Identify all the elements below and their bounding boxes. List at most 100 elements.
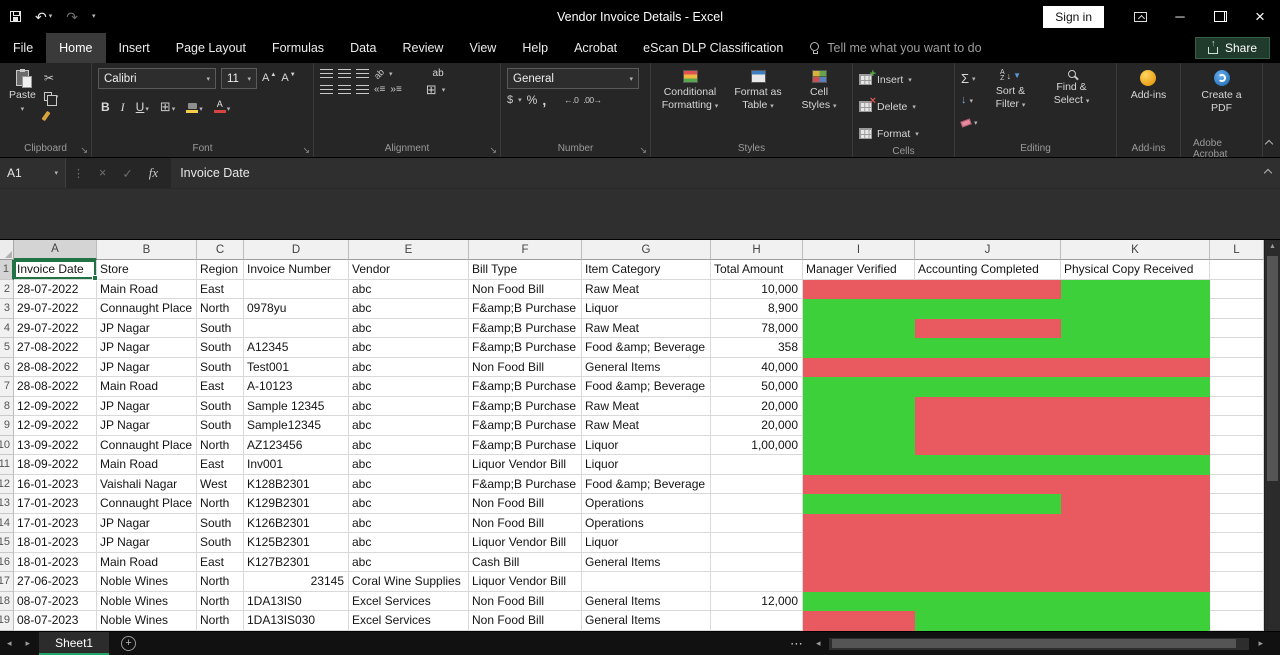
tab-formulas[interactable]: Formulas: [259, 33, 337, 63]
cell-C3[interactable]: North: [197, 299, 244, 319]
cell-F15[interactable]: Liquor Vendor Bill: [469, 533, 582, 553]
merge-center-icon[interactable]: ⊞: [426, 83, 437, 96]
cell-E12[interactable]: abc: [349, 475, 469, 495]
column-header-F[interactable]: F: [469, 240, 582, 260]
flag-cell-green-I5[interactable]: [803, 338, 915, 358]
cell-B16[interactable]: Main Road: [97, 553, 197, 573]
flag-cell-red-I2[interactable]: [803, 280, 915, 300]
collapse-ribbon-button[interactable]: [1266, 134, 1272, 152]
cell-A10[interactable]: 13-09-2022: [14, 436, 97, 456]
flag-cell-red-K10[interactable]: [1061, 436, 1210, 456]
cell-F18[interactable]: Non Food Bill: [469, 592, 582, 612]
flag-cell-green-J11[interactable]: [915, 455, 1061, 475]
row-header-2[interactable]: 2: [0, 280, 14, 300]
cell-C10[interactable]: North: [197, 436, 244, 456]
paste-button[interactable]: Paste▾: [6, 68, 39, 140]
cell-G4[interactable]: Raw Meat: [582, 319, 711, 339]
flag-cell-red-I12[interactable]: [803, 475, 915, 495]
name-box[interactable]: A1▾: [0, 158, 66, 188]
find-select-button[interactable]: Find & Select ▾: [1044, 68, 1100, 140]
flag-cell-green-I18[interactable]: [803, 592, 915, 612]
column-header-D[interactable]: D: [244, 240, 349, 260]
ribbon-display-options-button[interactable]: [1120, 0, 1160, 33]
row-header-14[interactable]: 14: [0, 514, 14, 534]
cell-A11[interactable]: 18-09-2022: [14, 455, 97, 475]
tab-insert[interactable]: Insert: [106, 33, 163, 63]
formula-bar-collapse-button[interactable]: [1256, 158, 1280, 188]
cell-L12[interactable]: [1210, 475, 1264, 495]
flag-cell-green-K19[interactable]: [1061, 611, 1210, 631]
column-header-K[interactable]: K: [1061, 240, 1210, 260]
cell-D16[interactable]: K127B2301: [244, 553, 349, 573]
flag-cell-red-J15[interactable]: [915, 533, 1061, 553]
cell-G5[interactable]: Food &amp; Beverage: [582, 338, 711, 358]
flag-cell-red-J17[interactable]: [915, 572, 1061, 592]
flag-cell-green-I13[interactable]: [803, 494, 915, 514]
orientation-icon[interactable]: ab: [372, 66, 386, 80]
flag-cell-red-K15[interactable]: [1061, 533, 1210, 553]
cell-D9[interactable]: Sample12345: [244, 416, 349, 436]
format-painter-button[interactable]: [44, 106, 59, 125]
cell-L14[interactable]: [1210, 514, 1264, 534]
cell-A12[interactable]: 16-01-2023: [14, 475, 97, 495]
cell-F14[interactable]: Non Food Bill: [469, 514, 582, 534]
cell-B13[interactable]: Connaught Place: [97, 494, 197, 514]
cell-C8[interactable]: South: [197, 397, 244, 417]
undo-button[interactable]: ↶▾: [35, 10, 52, 24]
row-header-11[interactable]: 11: [0, 455, 14, 475]
row-header-16[interactable]: 16: [0, 553, 14, 573]
column-header-G[interactable]: G: [582, 240, 711, 260]
font-dialog-launcher-icon[interactable]: ↘: [302, 146, 310, 155]
align-top-icon[interactable]: [320, 69, 333, 78]
cell-C17[interactable]: North: [197, 572, 244, 592]
cell-L4[interactable]: [1210, 319, 1264, 339]
cell-A6[interactable]: 28-08-2022: [14, 358, 97, 378]
cell-C11[interactable]: East: [197, 455, 244, 475]
cell-E13[interactable]: abc: [349, 494, 469, 514]
cell-A19[interactable]: 08-07-2023: [14, 611, 97, 631]
formula-input[interactable]: Invoice Date: [171, 158, 1256, 188]
cell-H18[interactable]: 12,000: [711, 592, 803, 612]
font-color-button[interactable]: A▾: [211, 93, 234, 113]
cell-B14[interactable]: JP Nagar: [97, 514, 197, 534]
cell-B10[interactable]: Connaught Place: [97, 436, 197, 456]
bold-button[interactable]: B: [101, 101, 110, 113]
cell-F4[interactable]: F&amp;B Purchase: [469, 319, 582, 339]
cell-B8[interactable]: JP Nagar: [97, 397, 197, 417]
cell-C14[interactable]: South: [197, 514, 244, 534]
customize-qat-button[interactable]: ▾: [92, 13, 96, 20]
cell-G17[interactable]: [582, 572, 711, 592]
flag-cell-red-J4[interactable]: [915, 319, 1061, 339]
cell-G14[interactable]: Operations: [582, 514, 711, 534]
cell-L19[interactable]: [1210, 611, 1264, 631]
cell-A18[interactable]: 08-07-2023: [14, 592, 97, 612]
borders-button[interactable]: ⊞▾: [157, 93, 178, 113]
cell-D1[interactable]: Invoice Number: [244, 260, 349, 280]
decrease-decimal-icon[interactable]: .00→: [583, 95, 601, 105]
cell-L9[interactable]: [1210, 416, 1264, 436]
flag-cell-green-J3[interactable]: [915, 299, 1061, 319]
cell-G10[interactable]: Liquor: [582, 436, 711, 456]
cell-C15[interactable]: South: [197, 533, 244, 553]
row-header-15[interactable]: 15: [0, 533, 14, 553]
cell-E7[interactable]: abc: [349, 377, 469, 397]
cell-H11[interactable]: [711, 455, 803, 475]
row-header-4[interactable]: 4: [0, 319, 14, 339]
cell-H5[interactable]: 358: [711, 338, 803, 358]
more-sheets-button[interactable]: ⋯: [784, 636, 809, 652]
row-header-3[interactable]: 3: [0, 299, 14, 319]
flag-cell-red-J10[interactable]: [915, 436, 1061, 456]
cell-G16[interactable]: General Items: [582, 553, 711, 573]
horizontal-scroll-thumb[interactable]: [832, 639, 1236, 648]
column-header-H[interactable]: H: [711, 240, 803, 260]
row-header-18[interactable]: 18: [0, 592, 14, 612]
flag-cell-red-K12[interactable]: [1061, 475, 1210, 495]
cell-H8[interactable]: 20,000: [711, 397, 803, 417]
cell-D17[interactable]: 23145: [244, 572, 349, 592]
cell-L1[interactable]: [1210, 260, 1264, 280]
cell-E1[interactable]: Vendor: [349, 260, 469, 280]
cell-A9[interactable]: 12-09-2022: [14, 416, 97, 436]
cell-L18[interactable]: [1210, 592, 1264, 612]
italic-button[interactable]: I: [121, 101, 125, 113]
decrease-indent-icon[interactable]: «≡: [374, 84, 385, 95]
